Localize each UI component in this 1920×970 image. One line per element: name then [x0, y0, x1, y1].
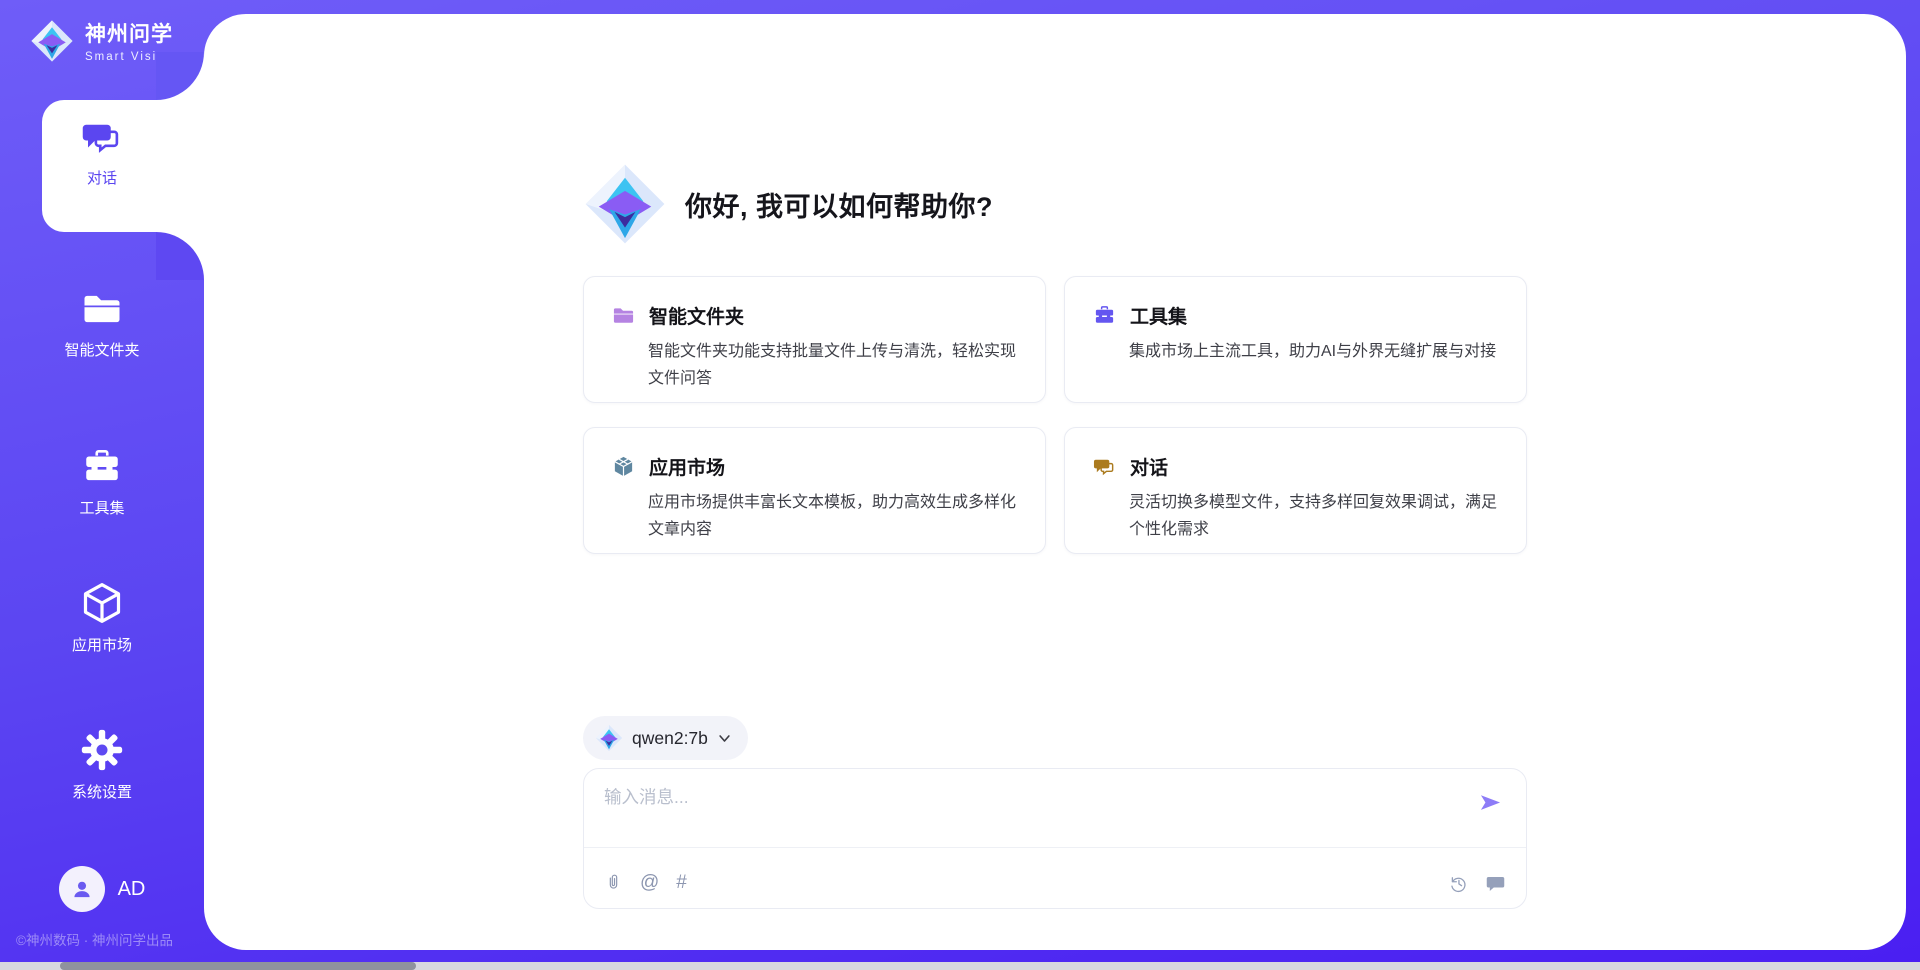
send-icon[interactable] [1477, 789, 1504, 816]
horizontal-scrollbar [0, 962, 1920, 970]
cube-icon [612, 455, 635, 478]
diamond-logo-icon [583, 162, 667, 246]
sidebar-item-label: 智能文件夹 [64, 339, 139, 360]
card-app-market[interactable]: 应用市场 应用市场提供丰富长文本模板，助力高效生成多样化文章内容 [583, 427, 1046, 554]
card-title: 工具集 [1130, 302, 1187, 329]
chat-bubble-icon[interactable] [1485, 873, 1506, 894]
composer-toolbar-right [1448, 873, 1506, 894]
paperclip-icon[interactable] [604, 872, 623, 893]
toolbox-icon [1093, 304, 1116, 327]
card-description: 智能文件夹功能支持批量文件上传与清洗，轻松实现文件问答 [648, 338, 1019, 392]
diamond-logo-icon [595, 724, 623, 752]
sidebar-item-toolbox[interactable]: 工具集 [0, 446, 204, 518]
diamond-logo-icon [30, 19, 74, 63]
sidebar-item-chat[interactable]: 对话 [0, 116, 204, 188]
history-icon[interactable] [1448, 873, 1469, 894]
composer-divider [584, 847, 1526, 848]
at-icon[interactable]: @ [640, 873, 659, 892]
card-description: 灵活切换多模型文件，支持多样回复效果调试，满足个性化需求 [1129, 489, 1500, 543]
greeting: 你好, 我可以如何帮助你? [583, 162, 993, 246]
card-smart-folder[interactable]: 智能文件夹 智能文件夹功能支持批量文件上传与清洗，轻松实现文件问答 [583, 276, 1046, 403]
model-selector[interactable]: qwen2:7b [583, 716, 748, 760]
brand: 神州问学 Smart Vision [30, 18, 174, 63]
hash-icon[interactable]: # [676, 873, 687, 892]
sidebar-item-smart-folder[interactable]: 智能文件夹 [0, 288, 204, 360]
sidebar-item-label: 系统设置 [72, 781, 132, 802]
notch-curve-top [156, 52, 204, 100]
main-panel: 你好, 我可以如何帮助你? 智能文件夹 智能文件夹功能支持批量文件上传与清洗，轻… [204, 14, 1906, 950]
folder-icon [612, 304, 635, 327]
horizontal-scrollbar-thumb[interactable] [60, 962, 416, 970]
sidebar-item-label: 对话 [87, 167, 117, 188]
cube-icon [80, 581, 124, 625]
composer-toolbar-left: @ # [604, 872, 687, 893]
avatar [59, 866, 105, 912]
feature-cards: 智能文件夹 智能文件夹功能支持批量文件上传与清洗，轻松实现文件问答 工具集 集成… [583, 276, 1527, 554]
chevron-down-icon [717, 731, 732, 746]
gear-icon [80, 728, 124, 772]
app-root: { "brand": { "name": "神州问学", "subtitle":… [0, 0, 1920, 970]
sidebar-item-label: 工具集 [79, 497, 124, 518]
toolbox-icon [80, 446, 124, 488]
chat-icon [81, 116, 123, 158]
sidebar-item-settings[interactable]: 系统设置 [0, 728, 204, 802]
sidebar-item-app-market[interactable]: 应用市场 [0, 581, 204, 655]
user-initials: AD [118, 878, 146, 901]
model-name: qwen2:7b [632, 728, 708, 749]
sidebar-item-label: 应用市场 [72, 634, 132, 655]
folder-icon [81, 288, 123, 330]
chat-icon [1093, 455, 1116, 478]
card-title: 智能文件夹 [649, 302, 744, 329]
sidebar-footer-text: ©神州数码 · 神州问学出品 [16, 929, 173, 949]
content-column: 你好, 我可以如何帮助你? 智能文件夹 智能文件夹功能支持批量文件上传与清洗，轻… [583, 14, 1527, 950]
user-profile[interactable]: AD [0, 866, 204, 912]
card-description: 应用市场提供丰富长文本模板，助力高效生成多样化文章内容 [648, 489, 1019, 543]
person-icon [69, 876, 95, 902]
card-description: 集成市场上主流工具，助力AI与外界无缝扩展与对接 [1129, 338, 1500, 365]
card-title: 对话 [1130, 453, 1168, 480]
card-toolbox[interactable]: 工具集 集成市场上主流工具，助力AI与外界无缝扩展与对接 [1064, 276, 1527, 403]
message-input[interactable] [604, 784, 1454, 839]
greeting-title: 你好, 我可以如何帮助你? [685, 185, 993, 224]
notch-curve-bottom [156, 232, 204, 280]
brand-name: 神州问学 [85, 18, 174, 48]
message-composer: @ # [583, 768, 1527, 909]
card-title: 应用市场 [649, 453, 725, 480]
card-chat[interactable]: 对话 灵活切换多模型文件，支持多样回复效果调试，满足个性化需求 [1064, 427, 1527, 554]
